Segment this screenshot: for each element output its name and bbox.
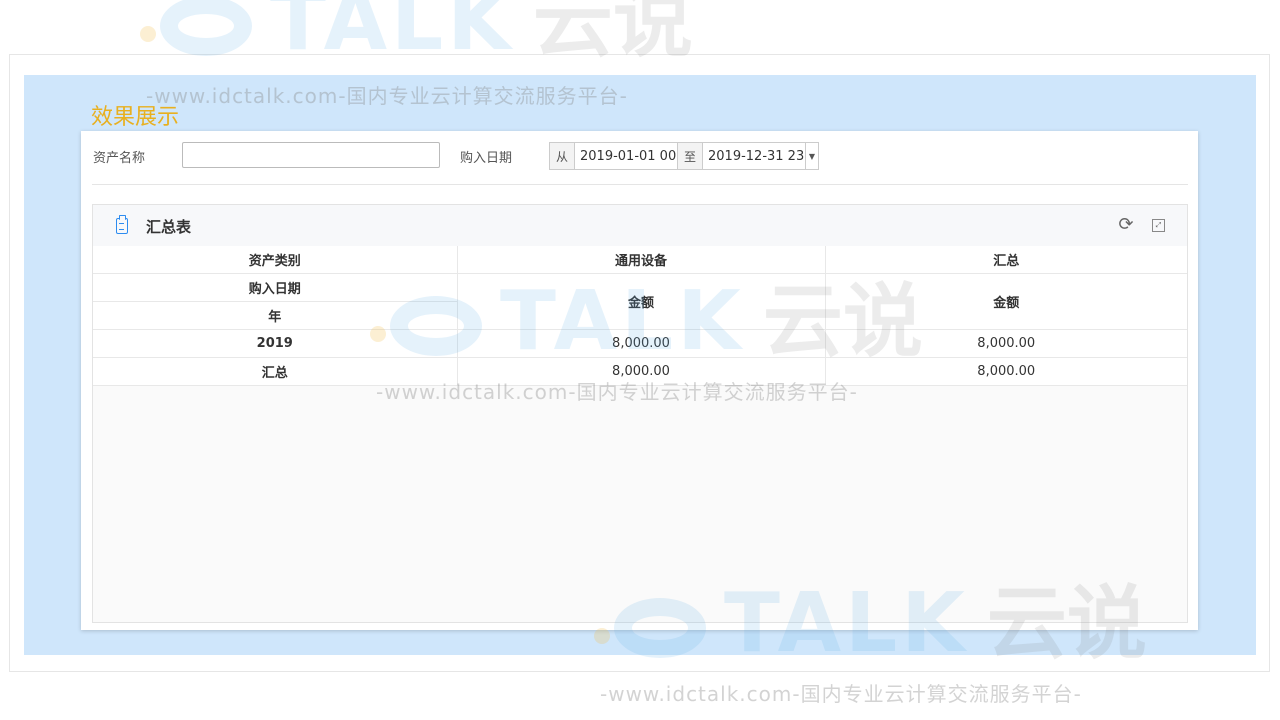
from-addon: 从	[550, 143, 575, 169]
summary-panel: 汇总表 ⟳ ⤢ 资产类别 通用设备 汇总 购入日期 金额 金额 年 2019 8…	[92, 204, 1188, 623]
row-general-amount: 8,000.00	[457, 357, 826, 386]
table-header-row: 购入日期 金额 金额	[93, 273, 1187, 330]
header-amount: 金额	[457, 273, 826, 330]
header-purchase-date: 购入日期	[93, 273, 458, 302]
summary-table: 资产类别 通用设备 汇总 购入日期 金额 金额 年 2019 8,000.00 …	[93, 246, 1187, 386]
header-total: 汇总	[825, 246, 1187, 274]
asset-name-input[interactable]	[182, 142, 440, 168]
table-row: 2019 8,000.00 8,000.00	[93, 329, 1187, 358]
row-year: 汇总	[93, 357, 458, 386]
header-category: 资产类别	[93, 246, 458, 274]
header-amount-total: 金额	[825, 273, 1187, 330]
summary-panel-header: 汇总表 ⟳ ⤢	[93, 205, 1187, 247]
summary-panel-title: 汇总表	[146, 218, 192, 236]
section-title: 效果展示	[91, 105, 180, 130]
row-total-amount: 8,000.00	[825, 357, 1187, 386]
row-total-amount: 8,000.00	[825, 329, 1187, 358]
clipboard-icon	[116, 215, 128, 234]
row-year: 2019	[93, 329, 458, 358]
asset-name-label: 资产名称	[93, 151, 146, 166]
table-row: 汇总 8,000.00 8,000.00	[93, 357, 1187, 386]
report-card: 资产名称 购入日期 从 2019-01-01 00:00:00 至 2019-1…	[81, 131, 1198, 630]
refresh-icon[interactable]: ⟳	[1117, 216, 1135, 234]
to-date-input[interactable]: 2019-12-31 23:59:59	[703, 143, 805, 169]
header-year: 年	[93, 301, 458, 330]
expand-icon[interactable]: ⤢	[1152, 219, 1165, 232]
date-range-picker[interactable]: 从 2019-01-01 00:00:00 至 2019-12-31 23:59…	[549, 142, 819, 170]
chevron-down-icon[interactable]: ▼	[805, 143, 818, 169]
header-general-equipment: 通用设备	[457, 246, 826, 274]
to-addon: 至	[677, 143, 703, 169]
from-date-input[interactable]: 2019-01-01 00:00:00	[575, 143, 677, 169]
table-header-row: 资产类别 通用设备 汇总	[93, 246, 1187, 274]
row-general-amount: 8,000.00	[457, 329, 826, 358]
divider	[92, 184, 1188, 185]
purchase-date-label: 购入日期	[460, 151, 513, 166]
filter-bar: 资产名称 购入日期 从 2019-01-01 00:00:00 至 2019-1…	[81, 131, 1198, 183]
